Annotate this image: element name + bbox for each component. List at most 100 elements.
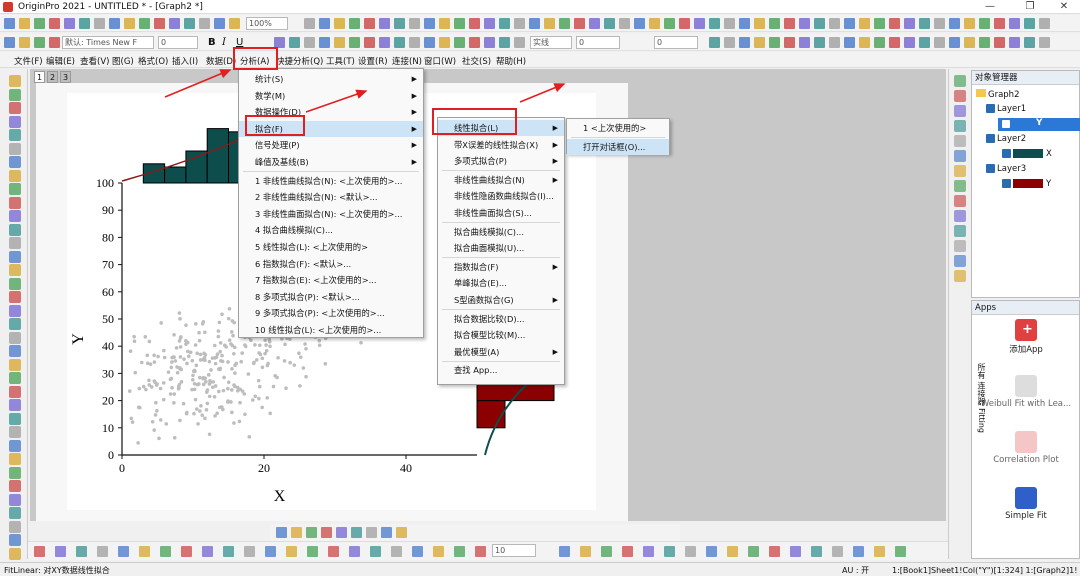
- toolbar-icon[interactable]: [349, 37, 360, 48]
- toolbar-icon[interactable]: [181, 546, 192, 557]
- toolbar-icon[interactable]: [919, 18, 930, 29]
- layer-tab[interactable]: 3: [60, 71, 71, 83]
- zoom-combo[interactable]: 100%: [246, 17, 288, 30]
- line-style-combo[interactable]: 实线: [530, 36, 572, 49]
- toolbar-icon[interactable]: [634, 18, 645, 29]
- tool-icon[interactable]: [9, 129, 21, 141]
- toolbar-icon[interactable]: [679, 18, 690, 29]
- toolbar-icon[interactable]: [769, 546, 780, 557]
- toolbar-icon[interactable]: [844, 37, 855, 48]
- tool-icon[interactable]: [9, 237, 21, 249]
- menu-item[interactable]: 统计(S) ▶: [239, 71, 423, 87]
- toolbar-icon[interactable]: [580, 546, 591, 557]
- toolbar-icon[interactable]: [544, 18, 555, 29]
- toolbar-icon[interactable]: [469, 37, 480, 48]
- tool-icon[interactable]: [9, 169, 21, 182]
- tool-icon[interactable]: [9, 453, 21, 465]
- toolbar-icon[interactable]: [265, 546, 276, 557]
- tool-icon[interactable]: [9, 88, 21, 101]
- tool-icon[interactable]: [9, 493, 21, 506]
- toolbar-icon[interactable]: [853, 546, 864, 557]
- toolbar-icon[interactable]: [394, 37, 405, 48]
- toolbar-icon[interactable]: [276, 527, 287, 538]
- toolbar-icon[interactable]: [664, 546, 675, 557]
- toolbar-icon[interactable]: [589, 18, 600, 29]
- menu-item[interactable]: 拟合数据比较(D)...: [438, 311, 564, 327]
- toolbar-icon[interactable]: [664, 18, 675, 29]
- menu-item[interactable]: 查找 App...: [438, 362, 564, 378]
- toolbar-icon[interactable]: [334, 18, 345, 29]
- toolbar-icon[interactable]: [1039, 37, 1050, 48]
- toolbar-icon[interactable]: [829, 37, 840, 48]
- toolbar-icon[interactable]: [184, 18, 195, 29]
- tool-icon[interactable]: [9, 210, 21, 222]
- toolbar-icon[interactable]: [784, 18, 795, 29]
- toolbar-icon[interactable]: [859, 37, 870, 48]
- toolbar-icon[interactable]: [334, 37, 345, 48]
- toolbar-icon[interactable]: [649, 18, 660, 29]
- toolbar-icon[interactable]: [724, 37, 735, 48]
- close-button[interactable]: ✕: [1052, 1, 1076, 12]
- toolbar-icon[interactable]: [118, 546, 129, 557]
- toolbar-icon[interactable]: [19, 37, 30, 48]
- tool-icon[interactable]: [954, 165, 966, 177]
- toolbar-icon[interactable]: [784, 37, 795, 48]
- toolbar-icon[interactable]: [394, 18, 405, 29]
- toolbar-icon[interactable]: [49, 18, 60, 29]
- tool-icon[interactable]: [9, 318, 21, 330]
- toolbar-icon[interactable]: [754, 37, 765, 48]
- menu-item[interactable]: 数学(M) ▶: [239, 88, 423, 104]
- menu-item[interactable]: 8 多项式拟合(P): <默认>...: [239, 289, 423, 305]
- toolbar-icon[interactable]: [559, 18, 570, 29]
- tree-layer2-plot[interactable]: X: [1002, 149, 1052, 159]
- toolbar-icon[interactable]: [844, 18, 855, 29]
- checkbox-icon[interactable]: [986, 104, 995, 113]
- tool-icon[interactable]: [9, 115, 21, 128]
- toolbar-icon[interactable]: [475, 546, 486, 557]
- toolbar-icon[interactable]: [1039, 18, 1050, 29]
- app-correlation[interactable]: Correlation Plot: [980, 431, 1072, 465]
- menu-item[interactable]: 峰值及基线(B) ▶: [239, 154, 423, 170]
- toolbar-icon[interactable]: [364, 18, 375, 29]
- toolbar-icon[interactable]: [4, 37, 15, 48]
- toolbar-icon[interactable]: [351, 527, 362, 538]
- toolbar-icon[interactable]: [814, 37, 825, 48]
- app-simple-fit[interactable]: Simple Fit: [980, 487, 1072, 521]
- toolbar-icon[interactable]: [874, 546, 885, 557]
- toolbar-icon[interactable]: [643, 546, 654, 557]
- toolbar-icon[interactable]: [934, 18, 945, 29]
- tool-icon[interactable]: [9, 385, 21, 398]
- menu-item[interactable]: 编辑(E): [46, 55, 75, 67]
- menu-item[interactable]: 工具(T): [326, 55, 355, 67]
- tool-icon[interactable]: [954, 75, 966, 87]
- tree-layer1-plot[interactable]: Y: [998, 118, 1080, 131]
- tool-icon[interactable]: [9, 534, 21, 546]
- toolbar-icon[interactable]: [381, 527, 392, 538]
- toolbar-icon[interactable]: [19, 18, 30, 29]
- tree-root[interactable]: Graph2: [976, 89, 1019, 100]
- toolbar-icon[interactable]: [754, 18, 765, 29]
- toolbar-icon[interactable]: [769, 18, 780, 29]
- toolbar-icon[interactable]: [336, 527, 347, 538]
- toolbar-icon[interactable]: [811, 546, 822, 557]
- toolbar-icon[interactable]: [328, 546, 339, 557]
- menu-item[interactable]: 设置(R): [358, 55, 388, 67]
- toolbar-icon[interactable]: [559, 546, 570, 557]
- toolbar-icon[interactable]: [79, 18, 90, 29]
- menu-item[interactable]: 10 线性拟合(L): <上次使用的>...: [239, 322, 423, 338]
- tree-layer2[interactable]: Layer2: [986, 134, 1026, 144]
- numeric-field[interactable]: 0: [654, 36, 698, 49]
- toolbar-icon[interactable]: [349, 546, 360, 557]
- menu-item[interactable]: 文件(F): [14, 55, 43, 67]
- toolbar-icon[interactable]: [409, 18, 420, 29]
- toolbar-icon[interactable]: [499, 18, 510, 29]
- tool-icon[interactable]: [954, 120, 966, 132]
- menu-item[interactable]: 社交(S): [462, 55, 491, 67]
- toolbar-icon[interactable]: [154, 18, 165, 29]
- toolbar-icon[interactable]: [964, 18, 975, 29]
- tool-icon[interactable]: [9, 547, 21, 560]
- tab-fitting[interactable]: Fitting: [977, 408, 986, 433]
- tree-layer3-plot[interactable]: Y: [1002, 179, 1051, 189]
- toolbar-icon[interactable]: [289, 37, 300, 48]
- toolbar-icon[interactable]: [604, 18, 615, 29]
